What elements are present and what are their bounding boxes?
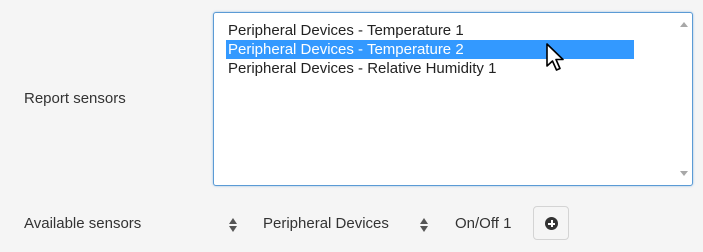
mouse-pointer-icon — [546, 43, 564, 71]
scroll-down-icon[interactable] — [680, 171, 688, 176]
add-sensor-button[interactable] — [533, 206, 569, 240]
sensor-select[interactable]: On/Off 1 — [455, 215, 511, 232]
list-item-temperature-2[interactable]: Peripheral Devices - Temperature 2 — [226, 40, 634, 59]
plus-circle-icon — [545, 217, 558, 230]
report-sensors-settings: Report sensors Peripheral Devices - Temp… — [0, 0, 703, 252]
list-item-temperature-1[interactable]: Peripheral Devices - Temperature 1 — [226, 21, 672, 40]
list-item-relative-humidity-1[interactable]: Peripheral Devices - Relative Humidity 1 — [226, 59, 672, 78]
report-sensors-label: Report sensors — [24, 90, 126, 107]
available-sensors-label: Available sensors — [24, 215, 142, 232]
report-sensors-listbox[interactable]: Peripheral Devices - Temperature 1 Perip… — [213, 12, 693, 186]
device-select-sort-icon[interactable] — [229, 217, 237, 233]
report-sensors-list: Peripheral Devices - Temperature 1 Perip… — [226, 21, 672, 78]
scroll-up-icon[interactable] — [680, 22, 688, 27]
sensor-select-sort-icon[interactable] — [420, 217, 428, 233]
listbox-scrollbar[interactable] — [677, 14, 691, 184]
device-select[interactable]: Peripheral Devices — [263, 215, 389, 232]
